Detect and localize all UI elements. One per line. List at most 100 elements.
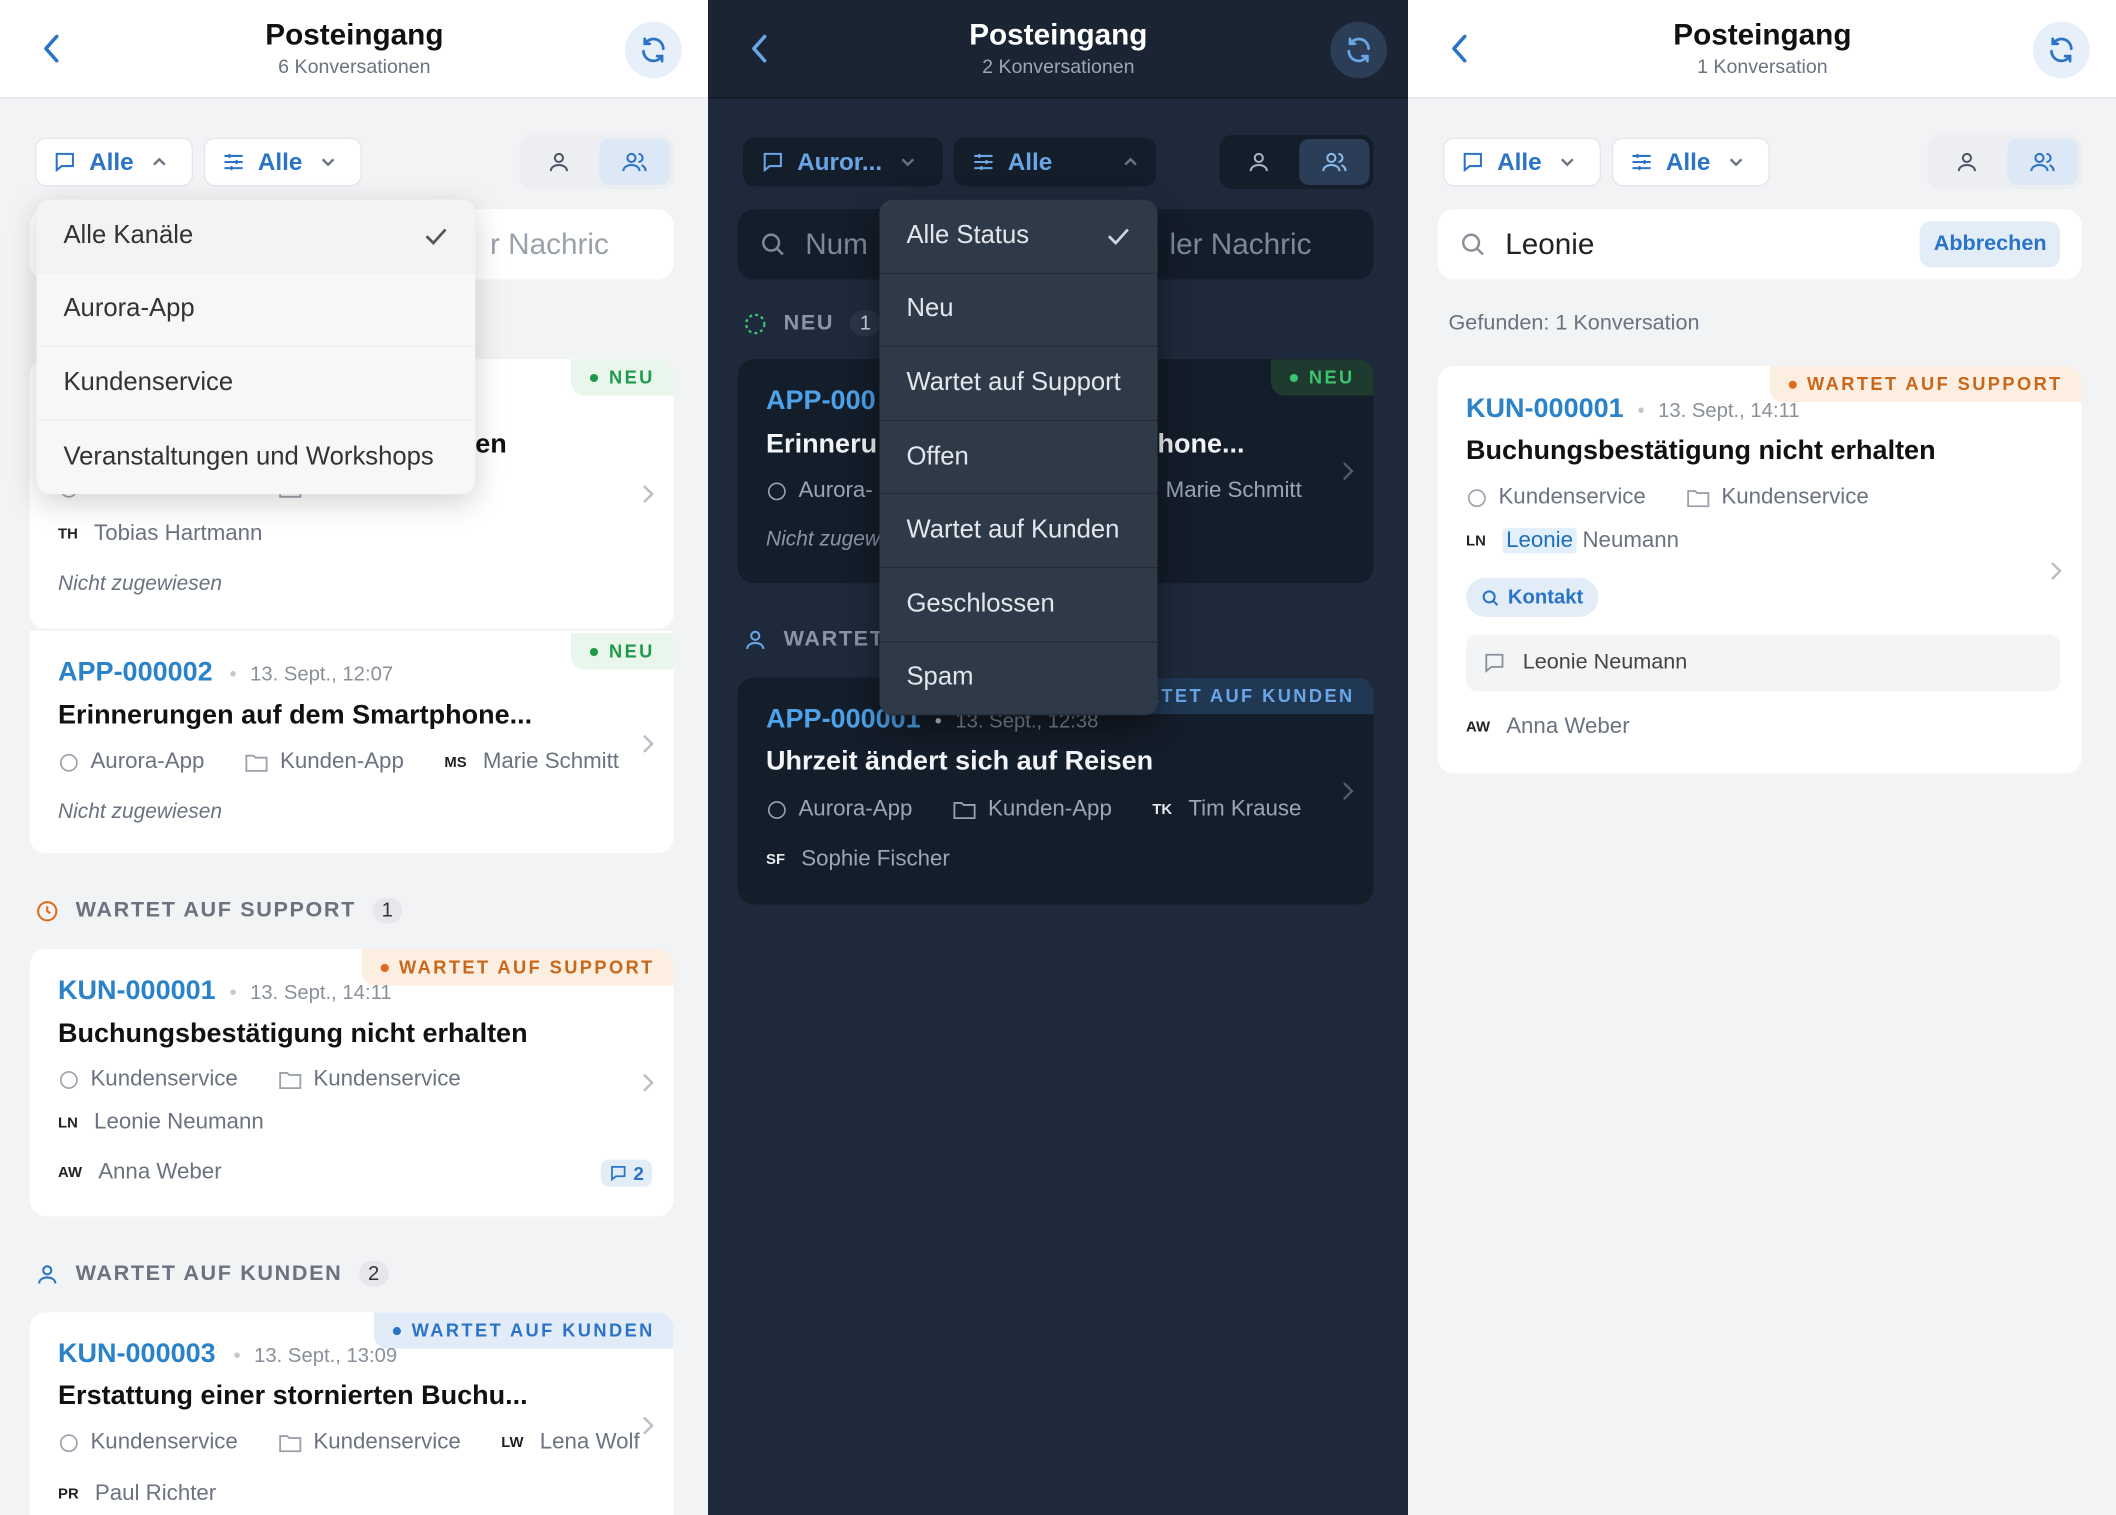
search-icon: [1462, 233, 1484, 256]
conversation-date: 13. Sept., 14:11: [230, 981, 391, 1004]
status-badge: NEU: [571, 359, 674, 396]
all-conversations-toggle[interactable]: [2006, 139, 2078, 185]
header: Posteingang 1 Konversation: [1408, 0, 2116, 99]
conversation-meta: Aurora-: [766, 478, 873, 504]
avatar: PR: [58, 1485, 79, 1502]
view-toggle: [519, 135, 674, 189]
search-result-count: Gefunden: 1 Konversation: [1448, 311, 1700, 335]
search-input[interactable]: Leonie: [1505, 227, 1594, 262]
my-conversations-toggle[interactable]: [1224, 139, 1295, 185]
avatar: AW: [58, 1164, 82, 1181]
chevron-right-icon: [643, 734, 654, 753]
conversation-title: Uhrzeit ändert sich auf Reisen: [766, 746, 1154, 777]
agent-row: PR Paul Richter: [58, 1480, 217, 1506]
avatar: LN: [1466, 532, 1486, 549]
status-badge: NEU: [1271, 359, 1374, 396]
assignee: Nicht zugewiesen: [58, 800, 223, 824]
channel-filter-button[interactable]: Alle: [35, 137, 194, 187]
channel-dropdown: Alle Kanäle Aurora-App Kundenservice Ver…: [36, 199, 476, 495]
dropdown-item-geschlossen[interactable]: Geschlossen: [879, 568, 1158, 643]
all-conversations-toggle[interactable]: [1298, 139, 1370, 185]
section-header-new: NEU 1: [743, 310, 881, 337]
conversation-title: Erinnerungen auf dem Smartphone...: [58, 700, 533, 731]
refresh-icon: [1347, 37, 1370, 63]
all-conversations-toggle[interactable]: [598, 139, 670, 185]
section-header-waiting: WARTET: [743, 628, 884, 652]
chevron-right-icon: [1342, 782, 1354, 801]
dropdown-item-veranstaltungen[interactable]: Veranstaltungen und Workshops: [36, 420, 476, 495]
my-conversations-toggle[interactable]: [1932, 139, 2003, 185]
dropdown-item-kundenservice[interactable]: Kundenservice: [36, 347, 476, 421]
user-icon: [1958, 152, 1977, 172]
section-header-support: WARTET AUF SUPPORT 1: [35, 897, 403, 924]
dropdown-item-wartet-auf-support[interactable]: Wartet auf Support: [879, 347, 1158, 421]
contact-row: LN Leonie Neumann: [1466, 527, 1680, 554]
conversation-card[interactable]: WARTET AUF SUPPORT KUN-000001 13. Sept.,…: [1437, 365, 2082, 774]
status-badge: WARTET AUF KUNDEN: [373, 1312, 674, 1349]
folder-icon: [278, 1069, 302, 1091]
conversation-meta: Kundenservice Kundenservice LW Lena Wolf: [58, 1430, 640, 1456]
conversation-title: en: [475, 429, 507, 459]
chat-icon: [1463, 152, 1482, 173]
conversation-id: KUN-000003: [58, 1339, 216, 1369]
filter-bar: Alle Alle: [1443, 135, 2082, 189]
conversation-card[interactable]: WARTET AUF KUNDEN KUN-000003 13. Sept., …: [29, 1312, 674, 1515]
chevron-up-icon: [1124, 157, 1137, 166]
status-filter-button[interactable]: Alle: [1611, 137, 1770, 187]
conversation-card[interactable]: WARTET AUF SUPPORT KUN-000001 13. Sept.,…: [29, 949, 674, 1217]
chat-bubble-icon: [1466, 487, 1488, 509]
conversation-title: Buchungsbestätigung nicht erhalten: [58, 1019, 528, 1049]
status-badge: WARTET AUF SUPPORT: [1769, 365, 2082, 403]
avatar: MS: [444, 753, 467, 771]
chat-icon: [763, 152, 782, 173]
match-chip: Kontakt: [1466, 577, 1599, 617]
search-icon: [761, 233, 784, 256]
chat-bubble-icon: [766, 799, 788, 821]
chevron-right-icon: [1342, 462, 1354, 481]
inbox-panel-status-filter: Posteingang 2 Konversationen Auror... Al…: [708, 0, 1408, 1515]
dropdown-item-offen[interactable]: Offen: [879, 420, 1158, 495]
view-toggle: [1219, 135, 1374, 189]
dropdown-item-neu[interactable]: Neu: [879, 273, 1158, 348]
refresh-button[interactable]: [1330, 21, 1388, 79]
refresh-button[interactable]: [625, 21, 682, 79]
message-count: 2: [601, 1159, 653, 1187]
contact-row: LN Leonie Neumann: [58, 1109, 264, 1134]
check-icon: [425, 228, 447, 245]
page-title: Posteingang: [265, 17, 444, 52]
channel-filter-button[interactable]: Alle: [1443, 137, 1602, 187]
avatar: LW: [501, 1434, 524, 1451]
chevron-right-icon: [643, 485, 654, 504]
status-badge: NEU: [571, 633, 674, 670]
conversation-date: 13. Sept., 13:09: [234, 1345, 397, 1368]
avatar: TK: [1152, 801, 1173, 818]
channel-filter-button[interactable]: Auror...: [743, 137, 943, 187]
status-filter-button[interactable]: Alle: [203, 137, 362, 187]
dropdown-item-wartet-auf-kunden[interactable]: Wartet auf Kunden: [879, 494, 1158, 569]
chevron-right-icon: [643, 1416, 654, 1435]
dropdown-item-all-channels[interactable]: Alle Kanäle: [36, 199, 476, 274]
dropdown-item-all-status[interactable]: Alle Status: [879, 199, 1158, 274]
page-title: Posteingang: [969, 17, 1148, 52]
chevron-right-icon: [2051, 562, 2062, 581]
search-field[interactable]: Leonie Abbrechen: [1437, 209, 2082, 280]
conversation-meta: Aurora-App Kunden-App TK Tim Krause: [766, 797, 1301, 823]
dropdown-item-aurora-app[interactable]: Aurora-App: [36, 273, 476, 348]
assignee: Nicht zugew: [766, 527, 881, 551]
dropdown-item-spam[interactable]: Spam: [879, 642, 1158, 716]
refresh-icon: [642, 37, 665, 63]
conversation-count: 1 Konversation: [1697, 56, 1828, 79]
status-badge: RTET AUF KUNDEN: [1126, 677, 1374, 715]
cancel-search-button[interactable]: Abbrechen: [1920, 221, 2061, 268]
section-header-waiting-customer: WARTET AUF KUNDEN 2: [35, 1260, 389, 1287]
folder-icon: [953, 799, 977, 821]
refresh-icon: [2050, 37, 2073, 63]
chevron-down-icon: [1729, 158, 1743, 167]
search-icon: [1482, 589, 1499, 606]
refresh-button[interactable]: [2033, 21, 2090, 79]
header: Posteingang 6 Konversationen: [0, 0, 708, 99]
conversation-date: 13. Sept., 14:11: [1638, 400, 1799, 423]
my-conversations-toggle[interactable]: [524, 139, 595, 185]
conversation-card[interactable]: NEU APP-000002 13. Sept., 12:07 Erinneru…: [29, 629, 674, 854]
status-filter-button[interactable]: Alle: [953, 137, 1157, 187]
